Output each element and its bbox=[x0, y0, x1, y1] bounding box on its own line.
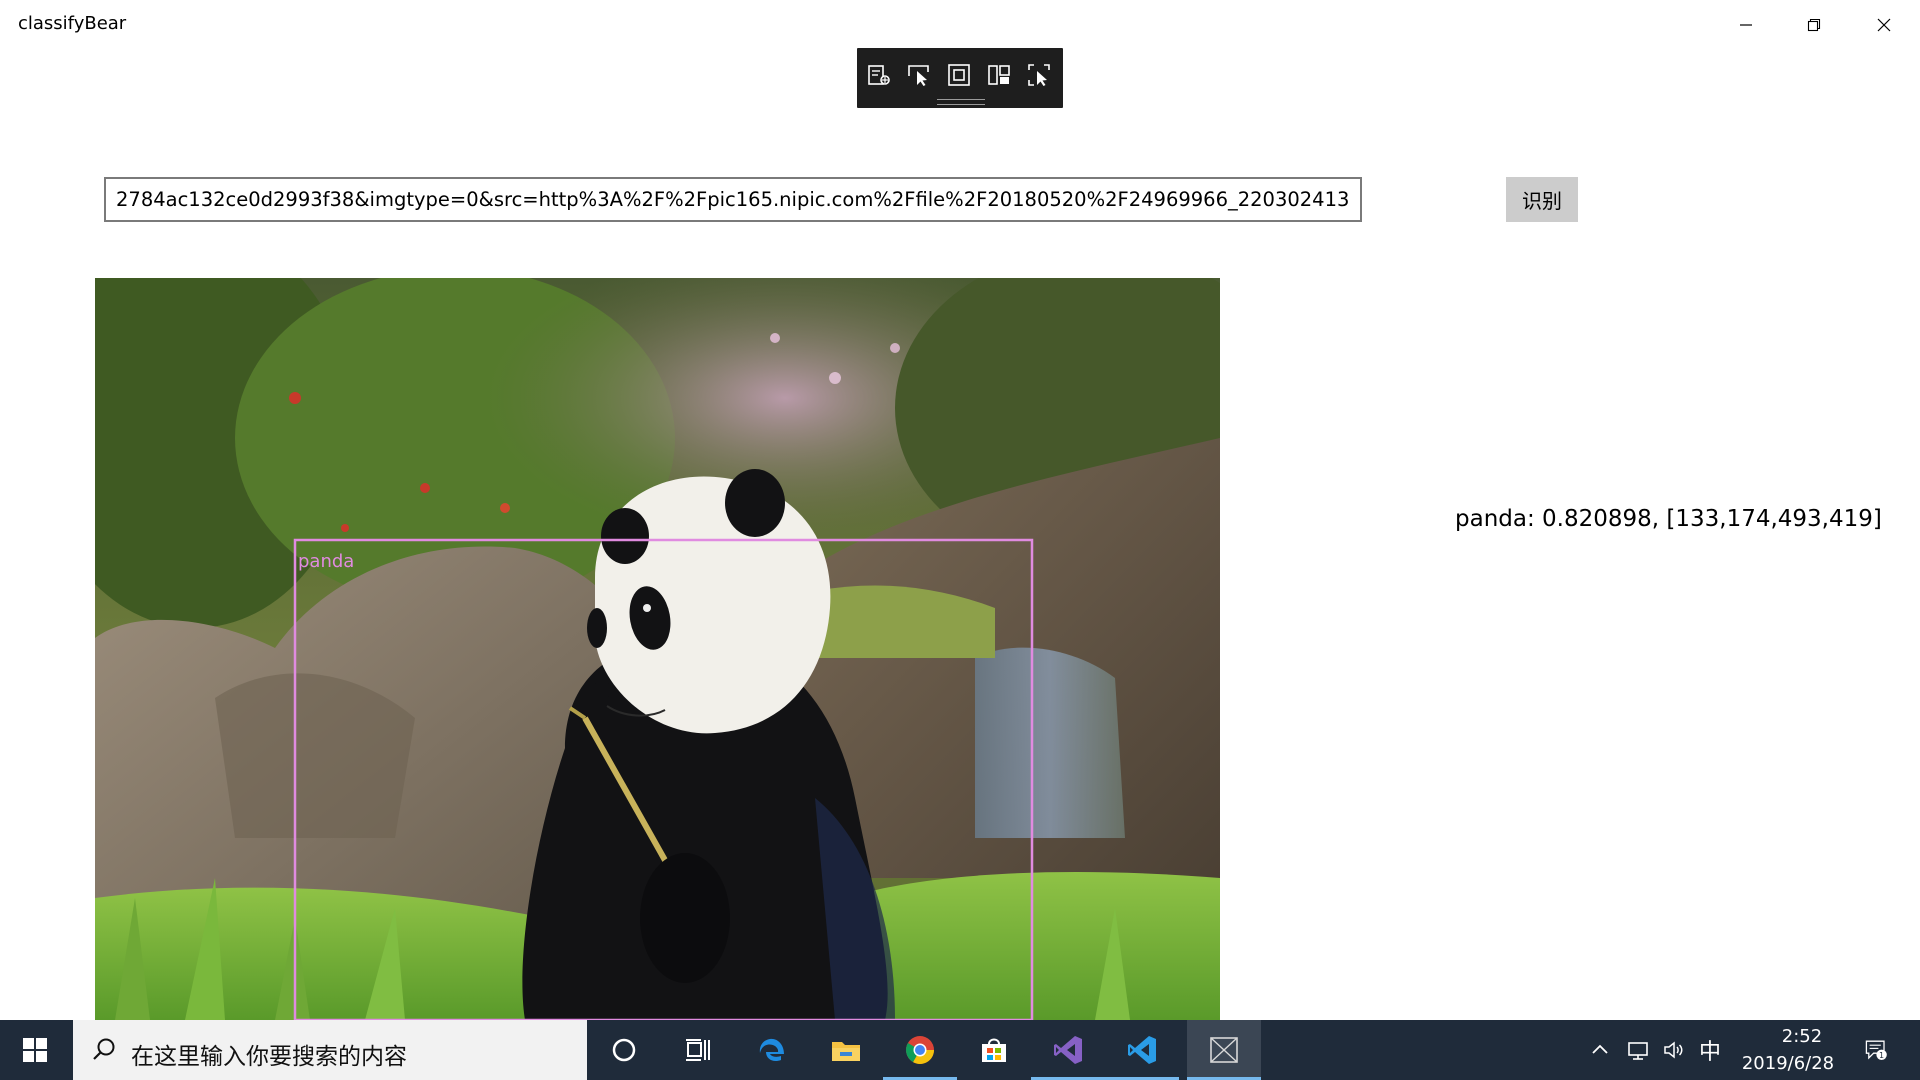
minimize-icon bbox=[1740, 23, 1752, 26]
visual-studio-button[interactable] bbox=[1031, 1020, 1105, 1080]
display-layout-adorners-icon bbox=[948, 64, 970, 86]
close-button[interactable] bbox=[1850, 0, 1918, 49]
ime-indicator[interactable]: 中 bbox=[1696, 1036, 1724, 1065]
app-title: classifyBear bbox=[18, 13, 127, 34]
cortana-button[interactable] bbox=[587, 1020, 661, 1080]
file-explorer-icon bbox=[832, 1042, 860, 1061]
panda-image: panda bbox=[95, 278, 1220, 1020]
edge-icon bbox=[759, 1038, 784, 1062]
chrome-icon bbox=[906, 1036, 934, 1064]
search-icon bbox=[93, 1038, 115, 1060]
file-explorer-button[interactable] bbox=[809, 1020, 883, 1080]
network-button[interactable] bbox=[1624, 1036, 1652, 1064]
start-button[interactable] bbox=[0, 1020, 70, 1080]
go-to-live-visual-tree-icon bbox=[868, 65, 890, 85]
store-button[interactable] bbox=[957, 1020, 1031, 1080]
task-view-icon bbox=[686, 1039, 710, 1061]
volume-icon bbox=[1664, 1041, 1683, 1059]
panda-photo: panda bbox=[95, 278, 1220, 1020]
clock-date[interactable]: 2019/6/28 bbox=[1728, 1053, 1848, 1074]
display-layout-adorners-button[interactable] bbox=[943, 60, 975, 90]
close-icon bbox=[1877, 18, 1891, 31]
action-center-button[interactable]: 1 bbox=[1856, 1036, 1896, 1064]
detection-label: panda bbox=[298, 551, 354, 572]
toolbar-drag-handle[interactable] bbox=[937, 99, 985, 105]
taskbar: 在这里输入你要搜索的内容 中 1 bbox=[0, 1020, 1920, 1080]
image-url-input[interactable] bbox=[104, 177, 1362, 222]
chevron-up-icon bbox=[1592, 1044, 1608, 1054]
clock-time[interactable]: 2:52 bbox=[1760, 1026, 1844, 1047]
track-focused-element-button[interactable] bbox=[983, 60, 1015, 90]
app-window-icon bbox=[1210, 1037, 1238, 1063]
display-layout-bounds-button[interactable] bbox=[1023, 60, 1055, 90]
track-focused-element-icon bbox=[988, 65, 1010, 85]
store-icon bbox=[982, 1038, 1006, 1062]
edge-taskbar-button[interactable] bbox=[735, 1020, 809, 1080]
detection-result: panda: 0.820898, [133,174,493,419] bbox=[1455, 506, 1882, 532]
volume-button[interactable] bbox=[1660, 1036, 1688, 1064]
go-to-live-visual-tree-button[interactable] bbox=[863, 60, 895, 90]
recognize-button[interactable]: 识别 bbox=[1506, 177, 1578, 222]
select-element-icon bbox=[908, 65, 929, 86]
select-element-button[interactable] bbox=[903, 60, 935, 90]
vscode-icon bbox=[1128, 1036, 1156, 1064]
network-icon bbox=[1628, 1042, 1648, 1060]
chrome-button[interactable] bbox=[883, 1020, 957, 1080]
display-layout-bounds-icon bbox=[1028, 64, 1050, 86]
title-bar: classifyBear bbox=[0, 0, 1920, 49]
taskbar-search-box[interactable]: 在这里输入你要搜索的内容 bbox=[73, 1020, 587, 1080]
restore-button[interactable] bbox=[1780, 0, 1848, 49]
classifybear-app-button[interactable] bbox=[1187, 1020, 1261, 1080]
minimize-button[interactable] bbox=[1712, 0, 1780, 49]
notification-icon: 1 bbox=[1865, 1040, 1887, 1060]
restore-icon bbox=[1807, 18, 1821, 31]
cortana-icon bbox=[612, 1038, 636, 1062]
search-placeholder: 在这里输入你要搜索的内容 bbox=[131, 1044, 407, 1070]
notification-count: 1 bbox=[1879, 1051, 1884, 1060]
vscode-button[interactable] bbox=[1105, 1020, 1179, 1080]
task-view-button[interactable] bbox=[661, 1020, 735, 1080]
debug-toolbar bbox=[857, 48, 1063, 108]
windows-logo-icon bbox=[23, 1038, 47, 1062]
show-hidden-icons-button[interactable] bbox=[1588, 1036, 1612, 1064]
visual-studio-icon bbox=[1054, 1036, 1082, 1064]
